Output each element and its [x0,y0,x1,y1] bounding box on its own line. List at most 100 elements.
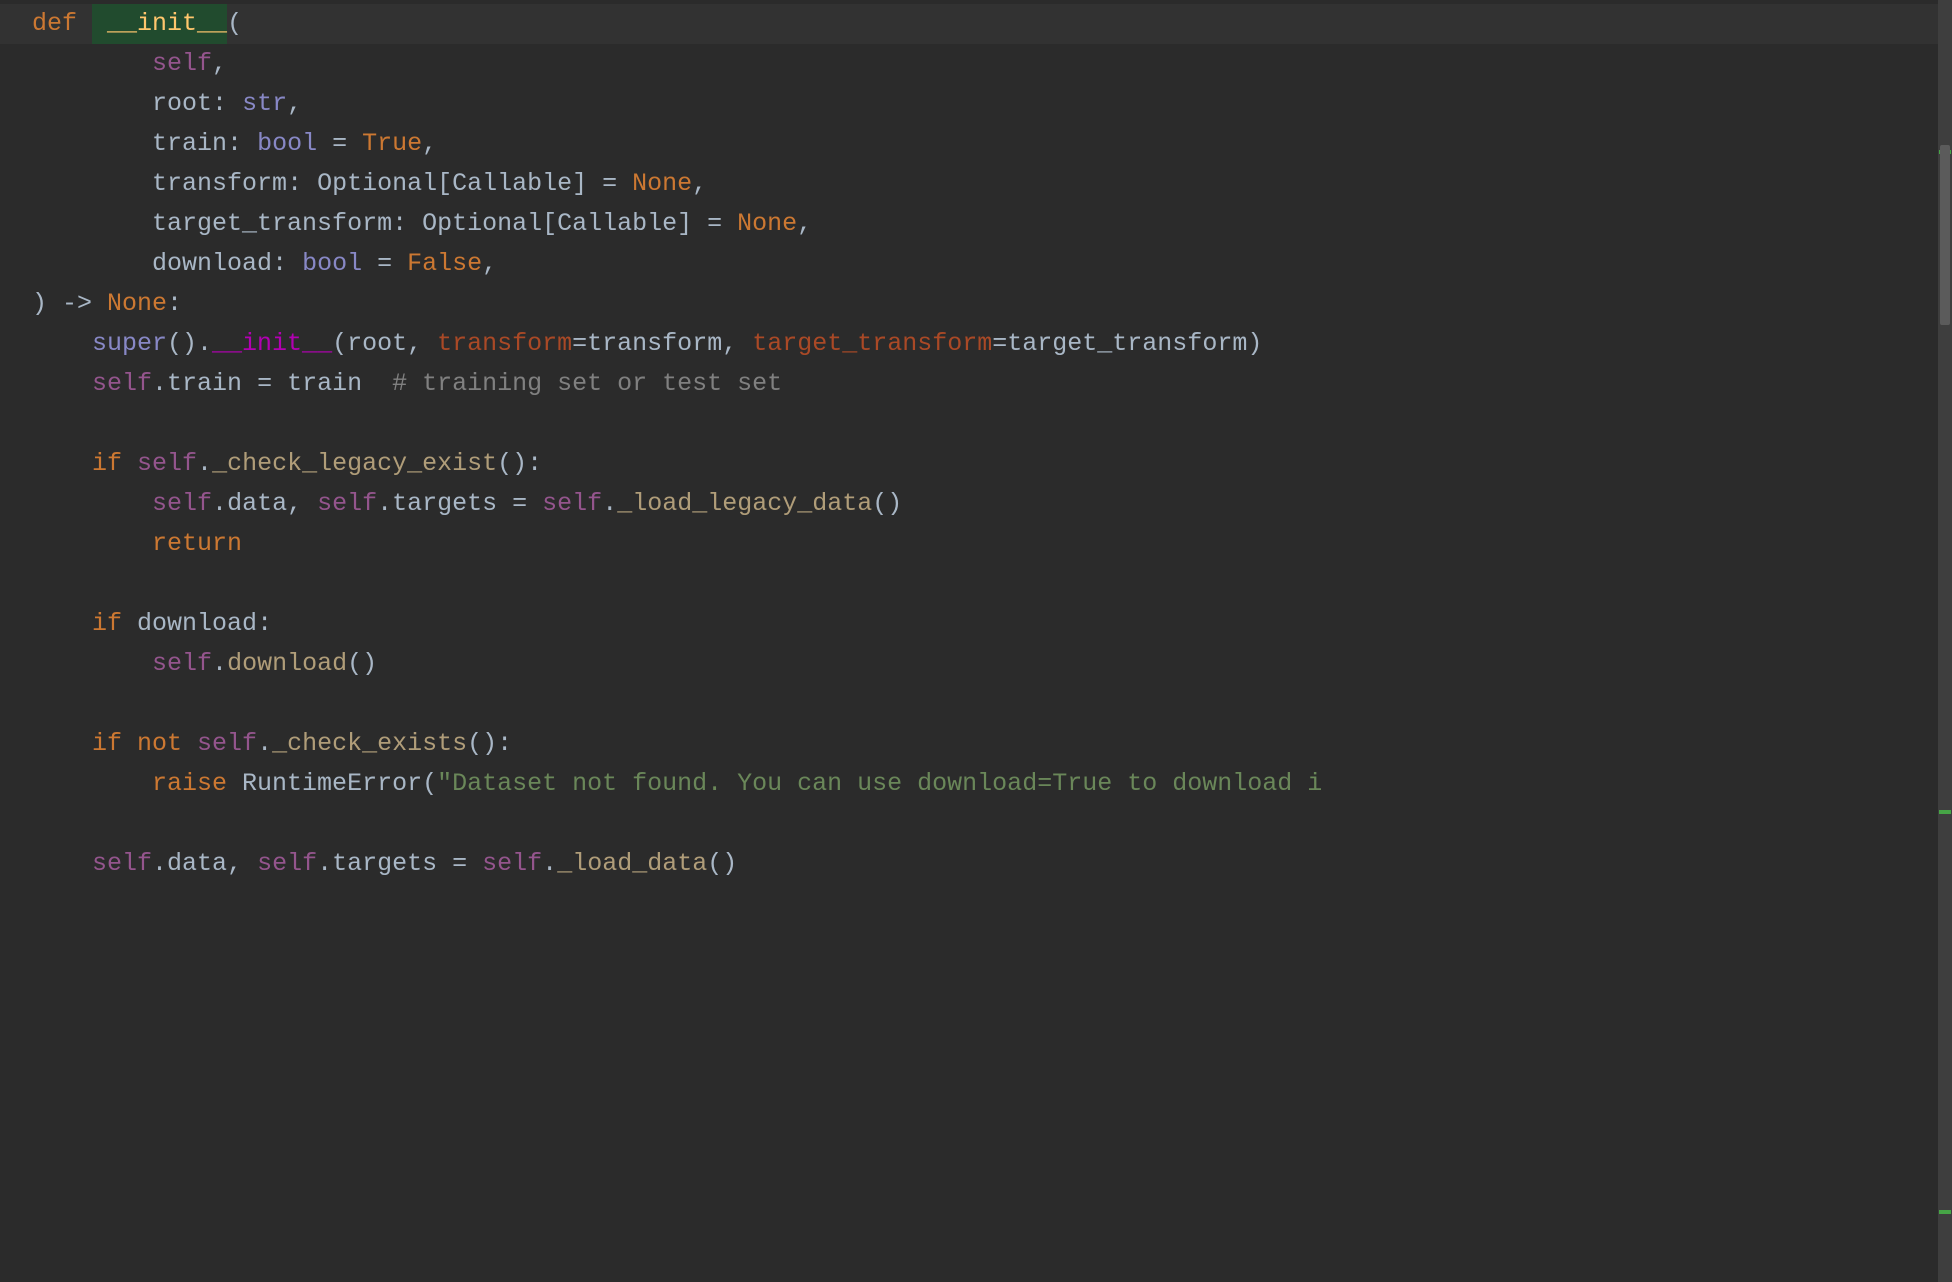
keyword-if: if [92,729,137,758]
method-download: download [227,649,347,678]
comment: # training set or test set [392,369,782,398]
method-check-exists: _check_exists [272,729,467,758]
attr-targets: targets [392,489,497,518]
code-line[interactable]: ) -> None: [0,284,1952,324]
code-line[interactable]: self.data, self.targets = self._load_leg… [0,484,1952,524]
param-target-transform: target_transform [152,209,392,238]
code-line[interactable]: self.download() [0,644,1952,684]
keyword-def: def [32,9,92,38]
indent [32,769,152,798]
code-line[interactable]: if not self._check_exists(): [0,724,1952,764]
type-bool: bool [257,129,317,158]
code-line[interactable] [0,804,1952,844]
attr-data: data [227,489,287,518]
code-line[interactable]: transform: Optional[Callable] = None, [0,164,1952,204]
value-none: None [737,209,797,238]
kw-target-transform: target_transform [752,329,992,358]
method-load-data: _load_data [557,849,707,878]
equals: = [437,849,482,878]
sep: , [287,489,317,518]
self-token: self [317,489,377,518]
dot: . [212,649,227,678]
code-line[interactable]: raise RuntimeError("Dataset not found. Y… [0,764,1952,804]
attr-targets: targets [332,849,437,878]
code-line[interactable]: if self._check_legacy_exist(): [0,444,1952,484]
indent [32,129,152,158]
self-token: self [542,489,602,518]
cursor-caret [92,4,107,44]
colon: : [167,289,182,318]
comma: , [692,169,707,198]
val-target-transform: target_transform [1007,329,1247,358]
code-line[interactable]: return [0,524,1952,564]
paren-open: ( [332,329,347,358]
colon: : [212,89,242,118]
code-line[interactable]: train: bool = True, [0,124,1952,164]
sep: , [227,849,257,878]
scrollbar-track[interactable] [1938,0,1952,1282]
self-token: self [152,489,212,518]
arg-root: root [347,329,407,358]
code-line[interactable]: self.data, self.targets = self._load_dat… [0,844,1952,884]
code-line[interactable]: super().__init__(root, transform=transfo… [0,324,1952,364]
code-line[interactable]: self.train = train # training set or tes… [0,364,1952,404]
sep: , [407,329,437,358]
kw-transform: transform [437,329,572,358]
cond-download: download [137,609,257,638]
paren-open: ( [422,769,437,798]
call-close: (): [497,449,542,478]
sep: , [722,329,752,358]
dot: . [542,849,557,878]
indent [32,489,152,518]
code-line[interactable]: self, [0,44,1952,84]
code-line[interactable] [0,404,1952,444]
indent [32,249,152,278]
dot: . [257,729,272,758]
paren-close: ) [1247,329,1262,358]
code-line[interactable] [0,564,1952,604]
equals: = [587,169,632,198]
value-true: True [362,129,422,158]
keyword-return: return [152,529,242,558]
paren: (). [167,329,212,358]
value-none: None [632,169,692,198]
comma: , [797,209,812,238]
code-line[interactable] [0,684,1952,724]
comma: , [287,89,302,118]
dot: . [212,489,227,518]
paren-open: ( [227,9,242,38]
super-call: super [92,329,167,358]
self-token: self [92,369,152,398]
call: () [347,649,377,678]
indent [32,609,92,638]
minimap-marker-icon [1939,810,1951,814]
indent [32,369,92,398]
comma: , [422,129,437,158]
equals: = [317,129,362,158]
indent [32,329,92,358]
code-editor[interactable]: def __init__( self, root: str, train: bo… [0,0,1952,1282]
dot: . [317,849,332,878]
dot: . [377,489,392,518]
exception-name: RuntimeError [242,769,422,798]
indent [32,89,152,118]
equals: = [497,489,542,518]
code-line[interactable]: target_transform: Optional[Callable] = N… [0,204,1952,244]
type-bool: bool [302,249,362,278]
code-line[interactable]: def __init__( [0,4,1952,44]
indent [32,169,152,198]
self-token: self [137,449,197,478]
dot: . [152,369,167,398]
colon: : [287,169,317,198]
colon: : [392,209,422,238]
equals: = [362,249,407,278]
scrollbar-thumb[interactable] [1940,145,1950,325]
type-str: str [242,89,287,118]
spacer [362,369,392,398]
param-train: train [152,129,227,158]
code-line[interactable]: root: str, [0,84,1952,124]
val-train: train [287,369,362,398]
code-line[interactable]: if download: [0,604,1952,644]
code-line[interactable]: download: bool = False, [0,244,1952,284]
equals: = [572,329,587,358]
